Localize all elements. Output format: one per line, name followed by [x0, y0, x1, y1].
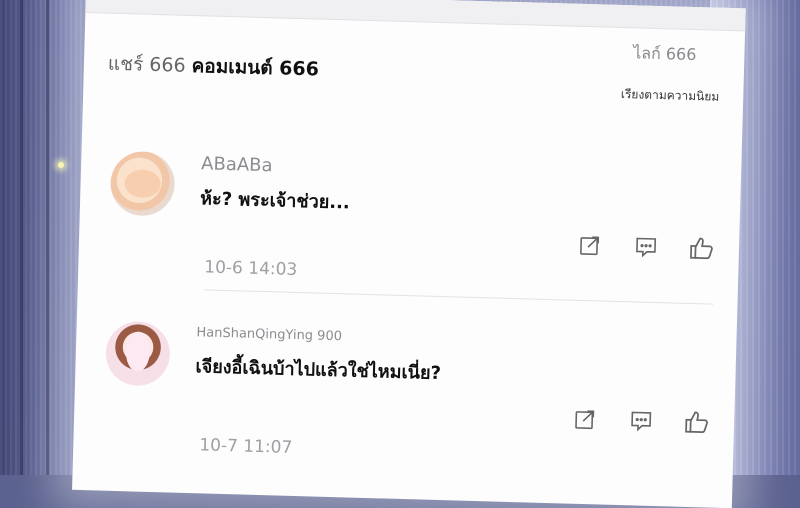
- share-icon[interactable]: [577, 232, 604, 259]
- comments-count: คอมเมนต์ 666: [191, 54, 320, 81]
- comment-time: 10-7 11:07: [199, 435, 293, 458]
- avatar[interactable]: [104, 320, 171, 387]
- thumbs-up-icon[interactable]: [689, 235, 716, 262]
- shares-count[interactable]: แชร์ 666: [108, 53, 186, 77]
- top-bar: [85, 0, 746, 32]
- sparkle: [58, 162, 64, 168]
- likes-count[interactable]: ไลก์ 666: [633, 41, 697, 68]
- comment-actions: [577, 232, 716, 262]
- frame-line: [20, 0, 23, 475]
- comment-panel: ไลก์ 666 แชร์ 666 คอมเมนต์ 666 เรียงตามค…: [72, 0, 746, 508]
- comment-actions: [572, 406, 711, 436]
- frame-line: [46, 0, 49, 475]
- sort-by-popular[interactable]: เรียงตามความนิยม: [621, 85, 720, 107]
- comment-time: 10-6 14:03: [204, 257, 298, 281]
- comment-summary: แชร์ 666 คอมเมนต์ 666: [108, 49, 320, 85]
- comment-username[interactable]: HanShanQingYing 900: [196, 325, 342, 344]
- comment-icon[interactable]: [633, 233, 660, 260]
- comment-text: ห้ะ? พระเจ้าช่วย...: [199, 188, 351, 214]
- comment-icon[interactable]: [628, 407, 655, 434]
- avatar[interactable]: [109, 150, 176, 217]
- comment-item: HanShanQingYing 900 เจียงอี้เฉินบ้าไปแล้…: [103, 320, 713, 478]
- comment-username[interactable]: ABaABa: [201, 153, 273, 176]
- comment-item: ABaABa ห้ะ? พระเจ้าช่วย... 10-6 14:03: [108, 150, 718, 308]
- comment-text: เจียงอี้เฉินบ้าไปแล้วใช่ไหมเนี่ย?: [195, 356, 442, 385]
- thumbs-up-icon[interactable]: [684, 409, 711, 436]
- share-icon[interactable]: [572, 406, 599, 433]
- divider: [203, 289, 714, 305]
